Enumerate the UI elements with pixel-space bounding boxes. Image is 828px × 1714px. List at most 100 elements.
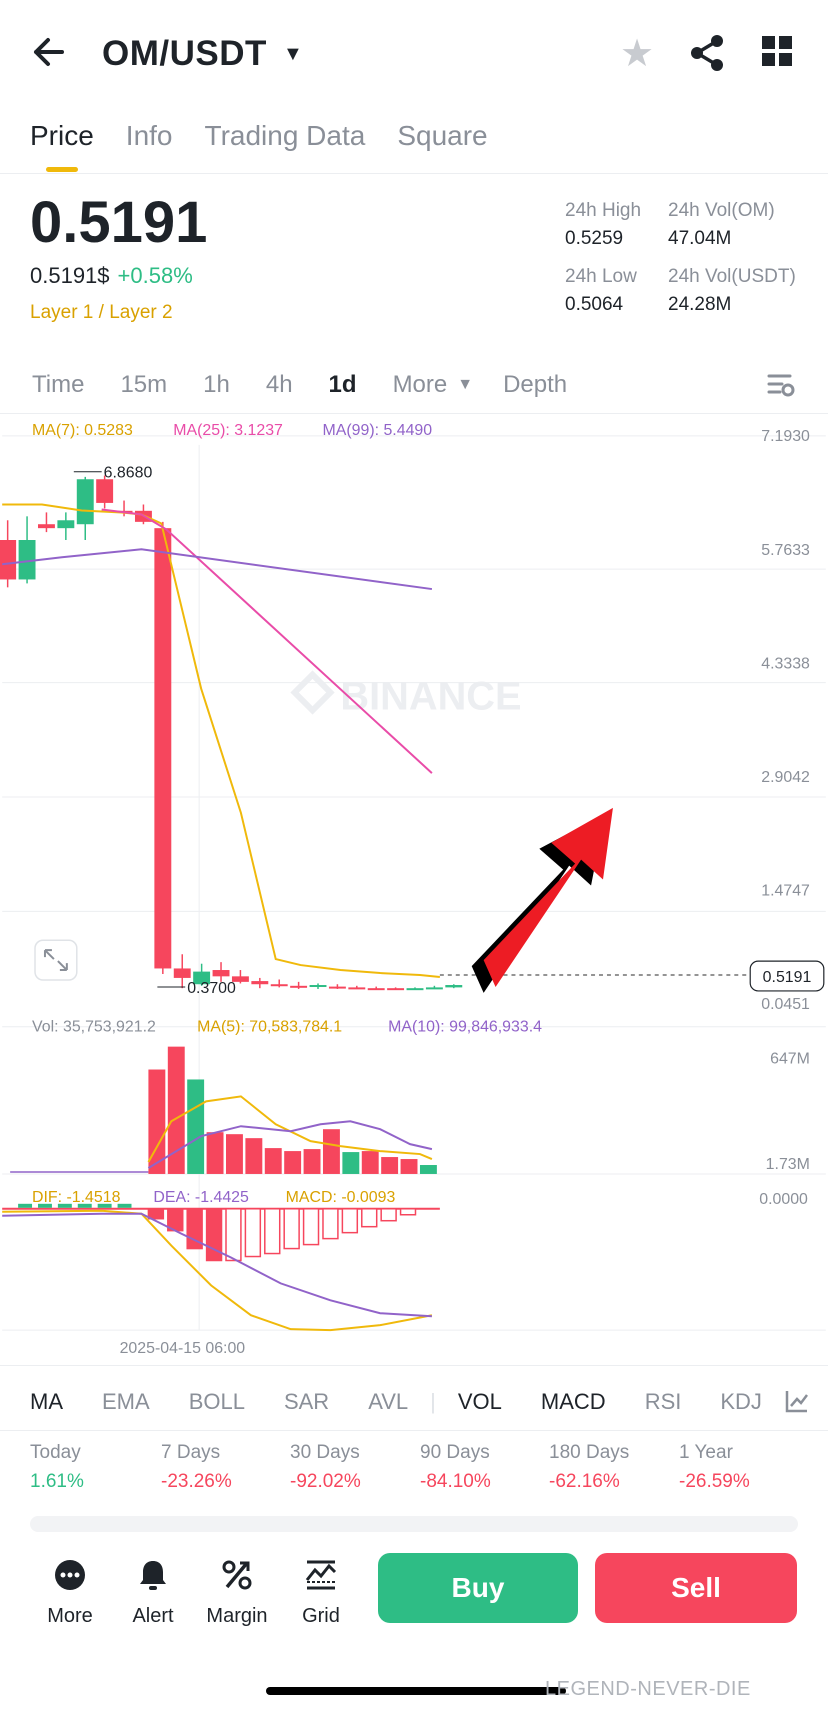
category-tag[interactable]: Layer 1 / Layer 2 (30, 300, 173, 326)
ind-vol[interactable]: VOL (458, 1388, 502, 1416)
ind-ema[interactable]: EMA (102, 1388, 150, 1416)
tf-time[interactable]: Time (32, 370, 84, 400)
grid-icon[interactable] (762, 36, 794, 70)
tf-15m[interactable]: 15m (120, 370, 167, 400)
stat-value-24h-vol-usdt: 24.28M (668, 294, 732, 315)
usd-price-row: 0.5191$ +0.58% (30, 262, 193, 290)
indicator-settings-icon[interactable] (784, 1388, 812, 1416)
candlestick-chart[interactable]: BINANCE MA(7): 0.5283 MA(25): 3.1237 MA(… (0, 415, 828, 1355)
tab-price[interactable]: Price (30, 118, 94, 154)
back-arrow-icon[interactable] (30, 30, 70, 74)
high-label: 6.8680 (104, 465, 153, 482)
stat-label-24h-high: 24h High (565, 200, 642, 221)
price-change: +0.58% (117, 263, 193, 288)
macd-histogram-bar (399, 1208, 417, 1216)
star-icon[interactable]: ★ (620, 32, 654, 76)
ind-macd[interactable]: MACD (541, 1388, 606, 1416)
buy-button[interactable]: Buy (378, 1553, 578, 1623)
more-button[interactable]: More (30, 1555, 110, 1629)
watermark-text: BINANCE (340, 674, 521, 718)
stat-label-24h-low: 24h Low (565, 266, 637, 287)
candle (96, 479, 114, 503)
candle (38, 524, 55, 529)
candle (367, 988, 385, 991)
macd-dif-legend: DIF: -1.4518 (32, 1189, 121, 1206)
candle (290, 985, 308, 988)
candle (270, 984, 288, 987)
ind-rsi[interactable]: RSI (645, 1388, 682, 1416)
macd-histogram-bar (361, 1208, 378, 1228)
ma25-legend: MA(25): 3.1237 (173, 422, 283, 439)
ind-boll[interactable]: BOLL (189, 1388, 245, 1416)
ma7-legend: MA(7): 0.5283 (32, 422, 133, 439)
bell-icon (113, 1555, 193, 1595)
y-tick: 1.4747 (761, 882, 810, 899)
ind-avl[interactable]: AVL (368, 1388, 408, 1416)
tab-trading-data[interactable]: Trading Data (205, 118, 366, 154)
tf-4h[interactable]: 4h (266, 370, 293, 400)
candle (154, 528, 172, 969)
stat-value-24h-high: 0.5259 (565, 228, 624, 249)
tab-square[interactable]: Square (397, 118, 487, 154)
candle (57, 520, 75, 529)
volume-bar (303, 1149, 321, 1174)
active-tab-indicator (46, 167, 78, 172)
candle (251, 981, 269, 985)
alert-button[interactable]: Alert (113, 1555, 193, 1629)
divider (0, 1430, 828, 1431)
perf-today: Today 1.61% (30, 1442, 84, 1492)
vol-ma10-legend: MA(10): 99,846,933.4 (388, 1019, 542, 1036)
macd-dea-legend: DEA: -1.4425 (153, 1189, 249, 1206)
tab-info[interactable]: Info (126, 118, 173, 154)
volume-bar (226, 1134, 243, 1174)
tf-depth[interactable]: Depth (503, 370, 567, 400)
scroll-indicator (30, 1516, 798, 1532)
candle (387, 988, 405, 991)
y-tick: 5.7633 (761, 542, 810, 559)
usd-price: 0.5191$ (30, 263, 110, 288)
candle (309, 985, 327, 988)
candle (445, 985, 463, 988)
y-tick: 4.3338 (761, 656, 810, 673)
low-label: 0.3700 (187, 980, 236, 997)
alert-label: Alert (132, 1605, 174, 1627)
grid-bot-button[interactable]: Grid (281, 1555, 361, 1629)
ind-ma[interactable]: MA (30, 1388, 63, 1416)
perf-1y: 1 Year -26.59% (679, 1442, 750, 1492)
expand-icon[interactable] (34, 939, 78, 981)
top-tabs: Price Info Trading Data Square (30, 118, 520, 154)
perf-7d: 7 Days -23.26% (161, 1442, 232, 1492)
stat-label-24h-vol-om: 24h Vol(OM) (668, 200, 775, 221)
margin-label: Margin (206, 1605, 268, 1627)
tf-1d[interactable]: 1d (329, 370, 357, 400)
ma25-line (101, 508, 433, 774)
ind-sar[interactable]: SAR (284, 1388, 329, 1416)
stat-value-24h-vol-om: 47.04M (668, 228, 732, 249)
candle (425, 987, 443, 990)
volume-bar (322, 1129, 340, 1174)
volume-bar (284, 1151, 302, 1174)
volume-bar (342, 1152, 360, 1174)
share-icon[interactable] (690, 34, 726, 74)
pair-title: OM/USDT (102, 34, 267, 73)
ind-kdj[interactable]: KDJ (720, 1388, 762, 1416)
stat-value-24h-low: 0.5064 (565, 294, 624, 315)
vol-tick: 1.73M (766, 1156, 810, 1173)
y-tick: 0.0451 (761, 996, 810, 1013)
tf-1h[interactable]: 1h (203, 370, 230, 400)
home-indicator (266, 1687, 566, 1695)
volume-bar (245, 1138, 263, 1174)
sell-button[interactable]: Sell (595, 1553, 797, 1623)
volume-bar (361, 1151, 379, 1174)
candle (348, 987, 366, 990)
volume-bar (187, 1079, 205, 1174)
chevron-down-icon[interactable]: ▼ (457, 370, 473, 400)
pair-selector[interactable]: OM/USDT (102, 30, 267, 78)
perf-90d: 90 Days -84.10% (420, 1442, 491, 1492)
chart-settings-icon[interactable] (766, 370, 796, 400)
margin-button[interactable]: Margin (197, 1555, 277, 1629)
candle (328, 986, 346, 989)
chevron-down-icon[interactable]: ▼ (283, 36, 303, 72)
tf-more[interactable]: More (393, 370, 448, 400)
macd-histogram-bar (322, 1208, 339, 1240)
